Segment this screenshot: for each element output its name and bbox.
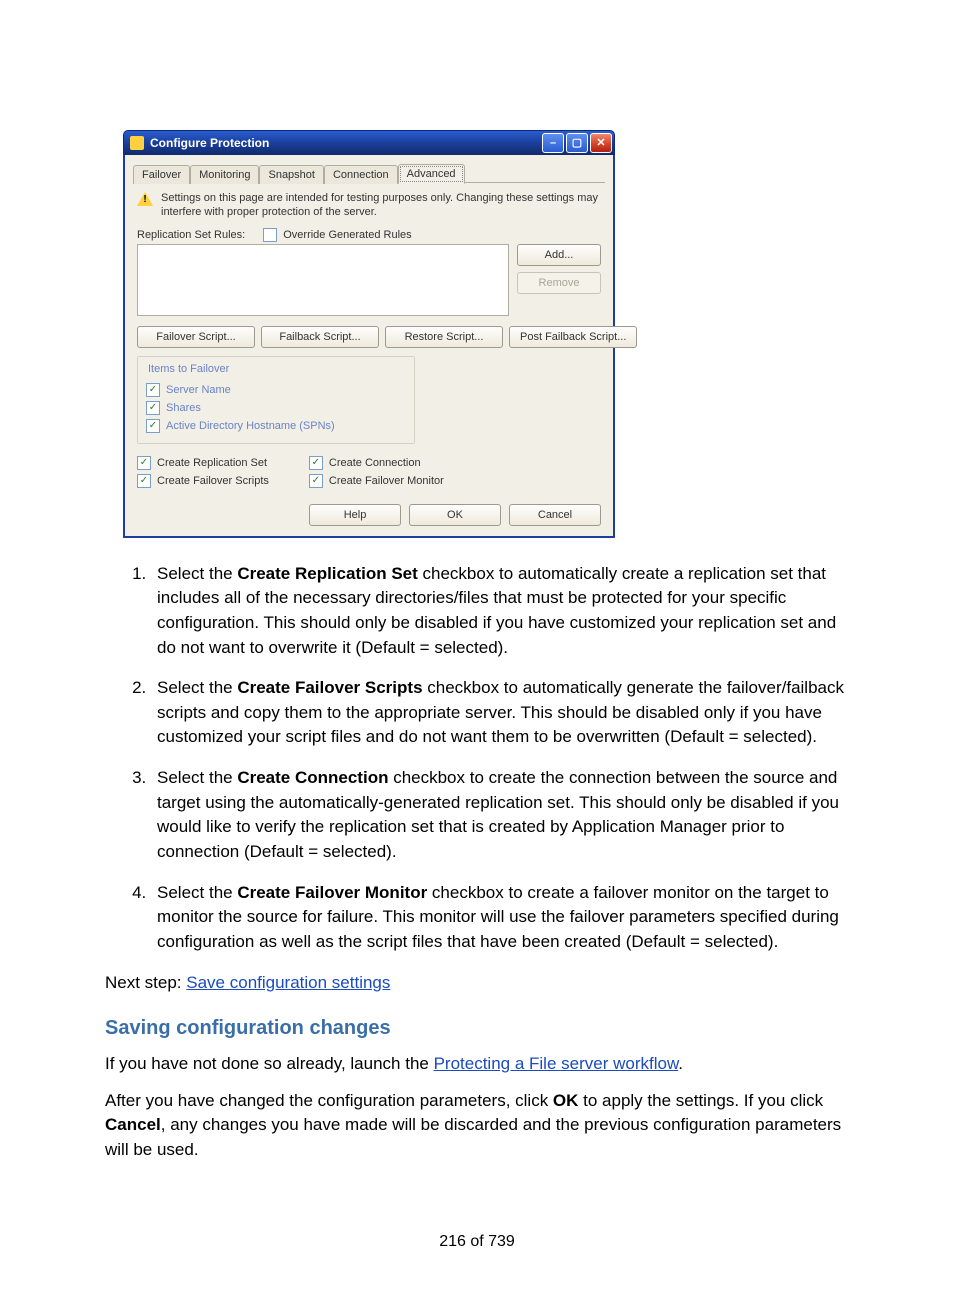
titlebar[interactable]: Configure Protection – ▢ ✕ [123, 130, 615, 155]
warning-notice: Settings on this page are intended for t… [133, 183, 605, 226]
create-connection-label: Create Connection [329, 457, 421, 469]
items-to-failover-group: Items to Failover ✓ Server Name ✓ Shares… [137, 356, 415, 444]
list-item: Select the Create Failover Monitor check… [151, 881, 849, 955]
list-item: Select the Create Connection checkbox to… [151, 766, 849, 865]
term-create-replication-set: Create Replication Set [237, 564, 417, 583]
save-configuration-link[interactable]: Save configuration settings [186, 973, 390, 992]
list-item: Select the Create Replication Set checkb… [151, 562, 849, 661]
term-create-connection: Create Connection [237, 768, 388, 787]
section-heading: Saving configuration changes [105, 1017, 849, 1040]
paragraph: If you have not done so already, launch … [105, 1052, 849, 1077]
window-title: Configure Protection [150, 136, 542, 150]
workflow-link[interactable]: Protecting a File server workflow [434, 1054, 679, 1073]
configure-protection-window: Configure Protection – ▢ ✕ Failover Moni… [123, 130, 615, 538]
warning-text: Settings on this page are intended for t… [161, 191, 601, 220]
ad-hostname-label: Active Directory Hostname (SPNs) [166, 420, 335, 432]
create-failover-monitor-label: Create Failover Monitor [329, 475, 444, 487]
paragraph: After you have changed the configuration… [105, 1089, 849, 1163]
create-replication-set-checkbox[interactable]: ✓ [137, 456, 151, 470]
tab-monitoring[interactable]: Monitoring [190, 165, 259, 184]
items-group-title: Items to Failover [144, 363, 233, 375]
create-connection-checkbox[interactable]: ✓ [309, 456, 323, 470]
term-create-failover-scripts: Create Failover Scripts [237, 678, 422, 697]
override-rules-checkbox[interactable] [263, 228, 277, 242]
ok-button[interactable]: OK [409, 504, 501, 526]
term-create-failover-monitor: Create Failover Monitor [237, 883, 427, 902]
minimize-button[interactable]: – [542, 133, 564, 153]
restore-script-button[interactable]: Restore Script... [385, 326, 503, 348]
rules-listbox[interactable] [137, 244, 509, 316]
app-icon [130, 136, 144, 150]
help-button[interactable]: Help [309, 504, 401, 526]
override-rules-label: Override Generated Rules [283, 229, 411, 241]
next-step-line: Next step: Save configuration settings [105, 971, 849, 996]
tab-advanced[interactable]: Advanced [398, 164, 465, 184]
replication-rules-label: Replication Set Rules: [137, 229, 245, 241]
post-failback-script-button[interactable]: Post Failback Script... [509, 326, 637, 348]
close-button[interactable]: ✕ [590, 133, 612, 153]
list-item: Select the Create Failover Scripts check… [151, 676, 849, 750]
instruction-list: Select the Create Replication Set checkb… [105, 562, 849, 955]
server-name-label: Server Name [166, 384, 231, 396]
ad-hostname-checkbox[interactable]: ✓ [146, 419, 160, 433]
failback-script-button[interactable]: Failback Script... [261, 326, 379, 348]
shares-checkbox[interactable]: ✓ [146, 401, 160, 415]
tab-strip: Failover Monitoring Snapshot Connection … [133, 163, 605, 183]
create-failover-scripts-label: Create Failover Scripts [157, 475, 269, 487]
tab-snapshot[interactable]: Snapshot [259, 165, 323, 184]
tab-failover[interactable]: Failover [133, 165, 190, 184]
create-failover-monitor-checkbox[interactable]: ✓ [309, 474, 323, 488]
cancel-button[interactable]: Cancel [509, 504, 601, 526]
maximize-button[interactable]: ▢ [566, 133, 588, 153]
remove-button: Remove [517, 272, 601, 294]
failover-script-button[interactable]: Failover Script... [137, 326, 255, 348]
create-replication-set-label: Create Replication Set [157, 457, 267, 469]
create-failover-scripts-checkbox[interactable]: ✓ [137, 474, 151, 488]
server-name-checkbox: ✓ [146, 383, 160, 397]
tab-connection[interactable]: Connection [324, 165, 398, 184]
warning-icon [137, 192, 153, 206]
shares-label: Shares [166, 402, 201, 414]
page-number: 216 of 739 [105, 1233, 849, 1251]
add-button[interactable]: Add... [517, 244, 601, 266]
